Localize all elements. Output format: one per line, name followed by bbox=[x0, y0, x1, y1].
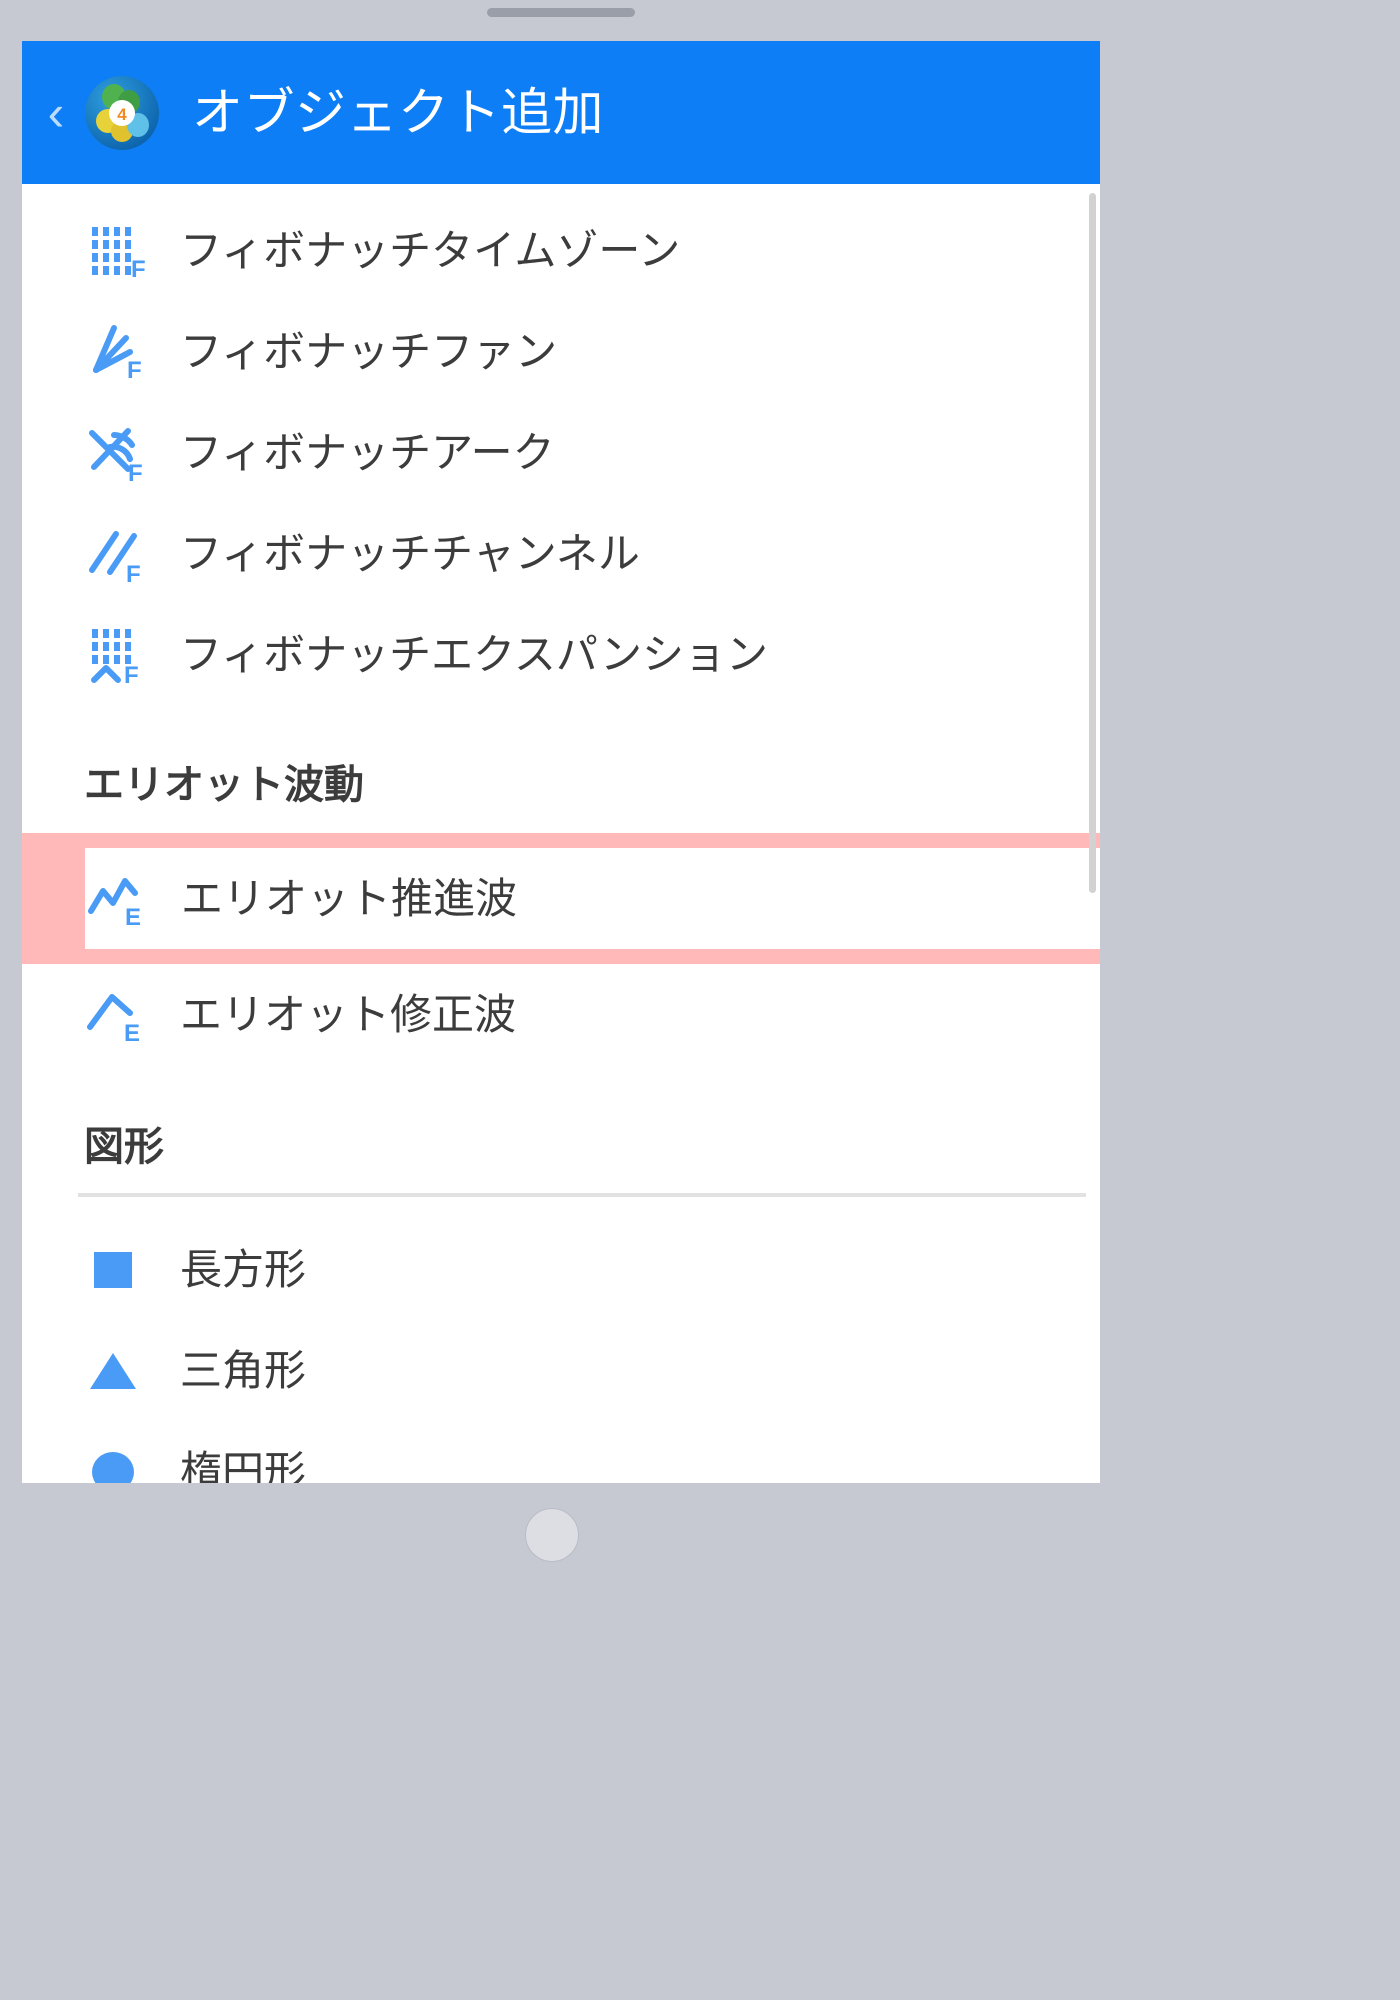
list-item-label: フィボナッチファン bbox=[180, 327, 558, 375]
svg-text:F: F bbox=[128, 460, 143, 487]
svg-text:F: F bbox=[124, 662, 139, 689]
list-item-label: エリオット推進波 bbox=[181, 874, 518, 922]
fibonacci-arc-icon: F bbox=[84, 421, 148, 487]
svg-text:F: F bbox=[131, 256, 146, 283]
list-item-fibonacci-arc[interactable]: F フィボナッチアーク bbox=[22, 402, 1100, 503]
app-screen: ‹ 4 オブジェクト追加 F フィボナッチタイムゾーン F フィボナッチファン … bbox=[22, 41, 1100, 1483]
fibonacci-expansion-icon: F bbox=[84, 623, 148, 689]
scrollbar-track[interactable] bbox=[1089, 193, 1096, 1333]
list-item-elliott-impulse-wave[interactable]: E エリオット推進波 bbox=[85, 848, 1100, 949]
back-button[interactable]: ‹ bbox=[34, 68, 78, 158]
fibonacci-channel-icon: F bbox=[84, 522, 148, 588]
list-item-label: フィボナッチタイムゾーン bbox=[180, 226, 681, 274]
scrollbar-thumb[interactable] bbox=[1089, 193, 1096, 893]
tablet-body: ‹ 4 オブジェクト追加 F フィボナッチタイムゾーン F フィボナッチファン … bbox=[0, 0, 1122, 1610]
list-item-label: 楕円形 bbox=[180, 1447, 307, 1483]
app-bar: ‹ 4 オブジェクト追加 bbox=[22, 41, 1100, 184]
fibonacci-time-zone-icon: F bbox=[84, 219, 148, 283]
list-item-elliott-correction-wave[interactable]: E エリオット修正波 bbox=[22, 964, 1100, 1065]
list-item-fibonacci-expansion[interactable]: F フィボナッチエクスパンション bbox=[22, 604, 1100, 705]
section-header-shapes: 図形 bbox=[84, 1125, 164, 1169]
list-item-label: フィボナッチアーク bbox=[180, 428, 555, 476]
list-item-ellipse[interactable]: 楕円形 bbox=[22, 1421, 1100, 1483]
app-bar-title: オブジェクト追加 bbox=[192, 84, 605, 141]
list-item-label: 三角形 bbox=[180, 1346, 307, 1394]
object-list[interactable]: F フィボナッチタイムゾーン F フィボナッチファン F フィボナッチアーク F… bbox=[22, 184, 1100, 1483]
ellipse-icon bbox=[84, 1440, 148, 1483]
triangle-icon bbox=[84, 1339, 148, 1403]
svg-text:F: F bbox=[127, 357, 142, 384]
highlight-band: E エリオット推進波 bbox=[22, 833, 1100, 964]
speaker-grille bbox=[487, 8, 635, 17]
svg-text:F: F bbox=[126, 561, 141, 588]
svg-text:4: 4 bbox=[117, 105, 127, 124]
section-header-elliott: エリオット波動 bbox=[84, 763, 364, 807]
app-logo-icon: 4 bbox=[84, 75, 160, 151]
list-item-label: エリオット修正波 bbox=[180, 990, 517, 1038]
fibonacci-fan-icon: F bbox=[84, 320, 148, 384]
list-item-triangle[interactable]: 三角形 bbox=[22, 1320, 1100, 1421]
list-item-label: フィボナッチチャンネル bbox=[180, 529, 640, 577]
svg-text:E: E bbox=[124, 1020, 140, 1047]
list-item-label: 長方形 bbox=[180, 1245, 307, 1293]
tablet-device: ‹ 4 オブジェクト追加 F フィボナッチタイムゾーン F フィボナッチファン … bbox=[0, 0, 1400, 2000]
list-item-fibonacci-channel[interactable]: F フィボナッチチャンネル bbox=[22, 503, 1100, 604]
home-button[interactable] bbox=[525, 1508, 579, 1562]
list-item-fibonacci-time-zone[interactable]: F フィボナッチタイムゾーン bbox=[22, 200, 1100, 301]
list-item-fibonacci-fan[interactable]: F フィボナッチファン bbox=[22, 301, 1100, 402]
svg-text:E: E bbox=[125, 904, 141, 931]
list-item-rectangle[interactable]: 長方形 bbox=[22, 1219, 1100, 1320]
elliott-correction-wave-icon: E bbox=[84, 983, 148, 1047]
rectangle-icon bbox=[84, 1238, 148, 1302]
elliott-impulse-wave-icon: E bbox=[85, 867, 149, 931]
list-item-label: フィボナッチエクスパンション bbox=[180, 630, 769, 678]
